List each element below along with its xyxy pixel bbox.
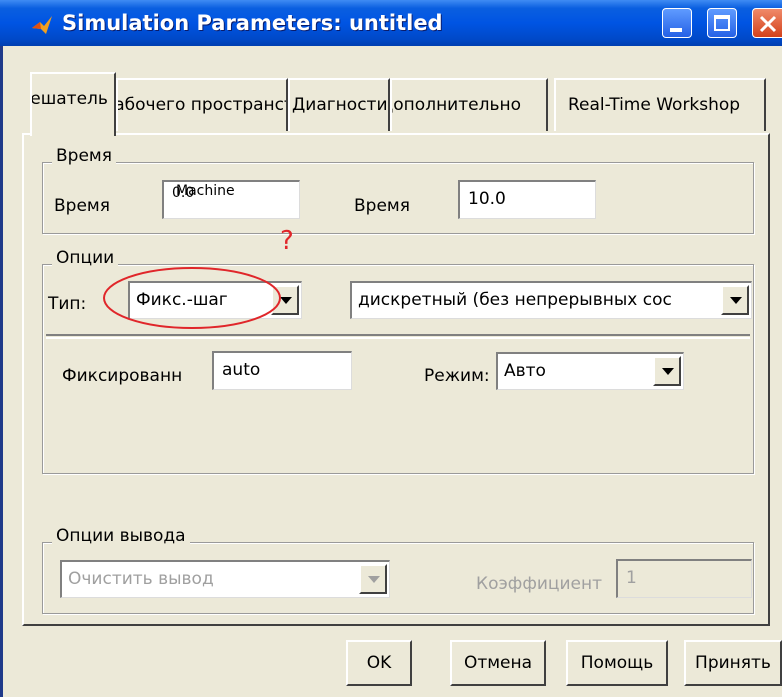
output-options-select[interactable]: Очистить вывод xyxy=(60,560,390,598)
window-title: Simulation Parameters: untitled xyxy=(62,11,443,35)
minimize-icon xyxy=(670,28,682,32)
tab-real-time-workshop[interactable]: Real-Time Workshop xyxy=(554,78,766,131)
minimize-button[interactable] xyxy=(662,8,692,38)
start-time-input[interactable]: 0.0 Machine xyxy=(162,180,300,219)
tab-workspace-io[interactable]: Рабочего пространства xyxy=(116,78,288,131)
chevron-down-icon[interactable] xyxy=(653,356,681,386)
tab-solver[interactable]: Решатель xyxy=(30,72,116,136)
solver-value: дискретный (без непрерывных сос xyxy=(358,290,672,310)
apply-button[interactable]: Принять xyxy=(684,640,782,686)
annotation-ellipse xyxy=(103,267,281,329)
mode-label: Режим: xyxy=(424,366,490,386)
fixed-step-value: auto xyxy=(222,360,261,380)
start-time-label: Время xyxy=(54,196,110,216)
output-options-legend: Опции вывода xyxy=(52,524,190,548)
fixed-step-input[interactable]: auto xyxy=(212,351,352,390)
refine-factor-label: Коэффициент xyxy=(476,574,603,594)
tab-diagnostics[interactable]: Диагностика xyxy=(288,78,390,131)
mode-select[interactable]: Авто xyxy=(496,352,684,390)
ok-button[interactable]: OK xyxy=(346,640,412,686)
solver-type-label: Тип: xyxy=(48,294,87,314)
close-icon xyxy=(759,15,777,33)
tab-advanced[interactable]: Дополнительно xyxy=(390,78,548,131)
tab-label: Рабочего пространства xyxy=(118,95,286,115)
help-button[interactable]: Помощь xyxy=(566,640,668,686)
tab-label: Дополнительно xyxy=(390,95,521,115)
stop-time-input[interactable]: 10.0 xyxy=(458,180,596,219)
machine-overlay-text: Machine xyxy=(176,183,235,199)
solver-select[interactable]: дискретный (без непрерывных сос xyxy=(350,281,752,319)
output-options-value: Очистить вывод xyxy=(68,569,214,589)
options-divider xyxy=(46,334,750,339)
tab-label: Real-Time Workshop xyxy=(568,95,741,115)
matlab-logo-icon xyxy=(32,16,52,34)
chevron-down-icon[interactable] xyxy=(721,285,749,315)
close-button[interactable] xyxy=(752,8,782,38)
chevron-down-icon[interactable] xyxy=(359,564,387,594)
cancel-button[interactable]: Отмена xyxy=(450,640,546,686)
stop-time-value: 10.0 xyxy=(468,189,506,209)
maximize-icon xyxy=(714,15,730,31)
refine-factor-value: 1 xyxy=(626,568,637,588)
maximize-button[interactable] xyxy=(707,8,737,38)
time-group-legend: Время xyxy=(52,144,116,168)
fixed-step-label: Фиксированн xyxy=(62,366,183,386)
tab-label: Решатель xyxy=(30,89,108,109)
annotation-question-mark: ? xyxy=(280,226,294,256)
stop-time-label: Время xyxy=(354,196,410,216)
tab-label: Диагностика xyxy=(292,95,388,115)
mode-value: Авто xyxy=(504,361,546,381)
refine-factor-input[interactable]: 1 xyxy=(616,559,752,598)
